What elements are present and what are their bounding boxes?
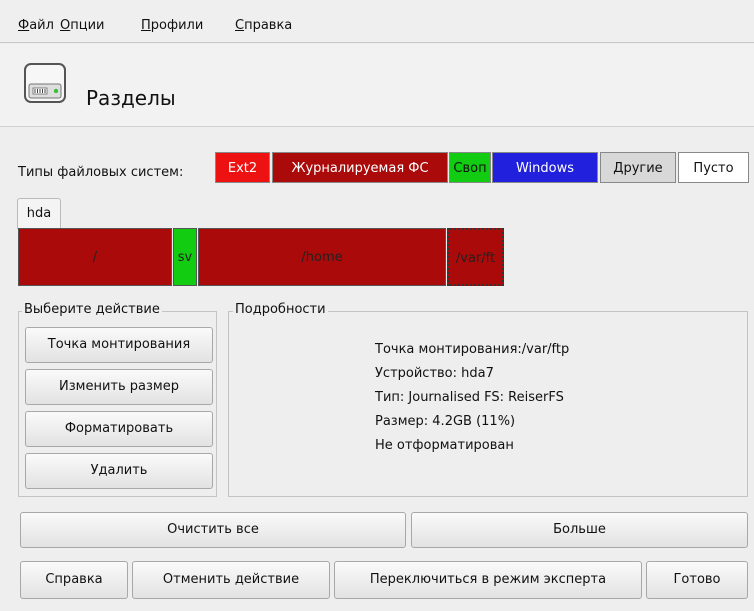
more-button[interactable]: Больше (411, 512, 748, 548)
partition-root[interactable]: / (18, 228, 172, 286)
detail-format-status: Не отформатирован (375, 438, 514, 453)
undo-button[interactable]: Отменить действие (132, 561, 330, 599)
done-button[interactable]: Готово (646, 561, 748, 599)
fs-chip-ext2: Ext2 (215, 152, 270, 183)
actions-group-title: Выберите действие (22, 302, 162, 317)
details-group-title: Подробности (233, 302, 328, 317)
detail-type: Тип: Journalised FS: ReiserFS (375, 390, 564, 405)
format-button[interactable]: Форматировать (25, 411, 213, 447)
partition-swap[interactable]: sv (173, 228, 197, 286)
menu-file[interactable]: Файл (18, 18, 54, 33)
delete-button[interactable]: Удалить (25, 453, 213, 489)
detail-mount-point: Точка монтирования:/var/ftp (375, 342, 570, 357)
menu-options[interactable]: Опции (60, 18, 104, 33)
fs-chip-empty: Пусто (678, 152, 749, 183)
hard-disk-icon (24, 63, 66, 103)
fs-chip-swap: Своп (449, 152, 491, 183)
expert-mode-button[interactable]: Переключиться в режим эксперта (334, 561, 642, 599)
tab-hda[interactable]: hda (17, 198, 61, 229)
partition-bar: / sv /home /var/ft (18, 228, 504, 286)
fs-chip-windows: Windows (492, 152, 598, 183)
fs-chip-other: Другие (600, 152, 676, 183)
fs-types-label: Типы файловых систем: (18, 165, 184, 180)
menu-help[interactable]: Справка (235, 18, 292, 33)
partition-var-ftp[interactable]: /var/ft (447, 228, 504, 286)
partition-home[interactable]: /home (198, 228, 446, 286)
mount-point-button[interactable]: Точка монтирования (25, 327, 213, 363)
page-header: Разделы (0, 44, 754, 127)
detail-device: Устройство: hda7 (375, 366, 494, 381)
fs-chip-journaled: Журналируемая ФС (272, 152, 448, 183)
menu-profiles[interactable]: Профили (141, 18, 203, 33)
menu-bar: Файл Опции Профили Справка (0, 0, 754, 43)
detail-size: Размер: 4.2GB (11%) (375, 414, 516, 429)
resize-button[interactable]: Изменить размер (25, 369, 213, 405)
clear-all-button[interactable]: Очистить все (20, 512, 406, 548)
help-button[interactable]: Справка (20, 561, 128, 599)
page-title: Разделы (86, 86, 176, 110)
